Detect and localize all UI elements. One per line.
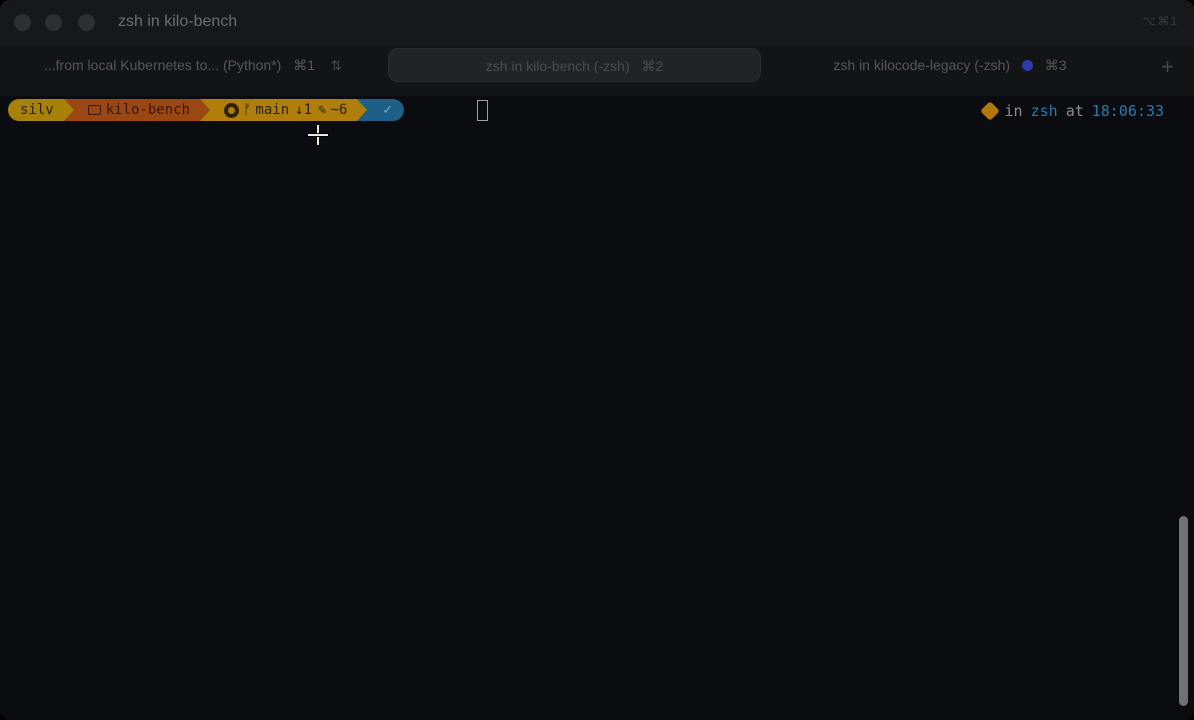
- tab-shortcut: ⌘1: [293, 57, 316, 73]
- tab-bar: ...from local Kubernetes to... (Python*)…: [0, 46, 1194, 96]
- prompt-directory-segment: kilo-bench: [73, 99, 201, 121]
- prompt-status-segment: ✓: [367, 99, 404, 121]
- status-check-icon: ✓: [383, 102, 392, 118]
- split-pane-icon[interactable]: ⇅: [331, 49, 342, 83]
- rp-in: in: [1004, 102, 1023, 120]
- edit-icon: ✎: [318, 102, 327, 118]
- git-branch: main: [255, 102, 290, 118]
- tab-label: zsh in kilocode-legacy (-zsh): [833, 57, 1011, 73]
- github-icon: [224, 102, 240, 118]
- branch-icon: ᚠ: [243, 102, 252, 118]
- crosshair-cursor-icon: [308, 125, 328, 145]
- new-tab-button[interactable]: +: [1161, 54, 1174, 80]
- prompt-git-segment: ᚠ main ↓1 ✎ ~6: [210, 99, 358, 121]
- tab-kilocode-legacy[interactable]: zsh in kilocode-legacy (-zsh) ⌘3: [800, 48, 1100, 82]
- terminal-window: zsh in kilo-bench ⌥⌘1 ...from local Kube…: [0, 0, 1194, 720]
- text-cursor: [477, 100, 488, 121]
- prompt-directory: kilo-bench: [105, 102, 191, 118]
- tab-shortcut: ⌘3: [1044, 57, 1067, 73]
- prompt-user: silv: [20, 102, 54, 118]
- rp-at: at: [1065, 102, 1084, 120]
- window-shortcut: ⌥⌘1: [1142, 14, 1178, 28]
- zoom-window-button[interactable]: [78, 14, 95, 31]
- tab-label: ...from local Kubernetes to... (Python*): [44, 57, 282, 73]
- activity-dot-icon: [1021, 60, 1033, 71]
- minimize-window-button[interactable]: [45, 14, 62, 31]
- shell-prompt: silv kilo-bench ᚠ main ↓1 ✎ ~6 ✓: [8, 99, 404, 121]
- tab-python[interactable]: ...from local Kubernetes to... (Python*)…: [44, 48, 364, 82]
- git-modified-count: ~6: [330, 102, 348, 118]
- segment-separator-icon: [63, 99, 74, 121]
- scrollbar[interactable]: [1179, 516, 1188, 706]
- close-window-button[interactable]: [14, 14, 31, 31]
- window-title: zsh in kilo-bench: [118, 13, 238, 30]
- tab-kilo-bench[interactable]: zsh in kilo-bench (-zsh) ⌘2: [388, 48, 761, 82]
- terminal-output[interactable]: silv kilo-bench ᚠ main ↓1 ✎ ~6 ✓ in zsh …: [0, 96, 1194, 720]
- prompt-user-segment: silv: [8, 99, 64, 121]
- right-prompt: in zsh at 18:06:33: [979, 100, 1164, 122]
- rp-time: 18:06:33: [1091, 102, 1164, 120]
- git-behind-count: ↓1: [295, 102, 312, 118]
- title-bar: zsh in kilo-bench ⌥⌘1: [0, 0, 1194, 46]
- segment-separator-icon: [357, 99, 368, 121]
- folder-icon: [87, 105, 101, 115]
- tab-label: zsh in kilo-bench (-zsh): [485, 58, 630, 74]
- tab-shortcut: ⌘2: [641, 58, 664, 74]
- shell-icon: [979, 101, 1000, 121]
- rp-shell: zsh: [1030, 102, 1058, 120]
- segment-separator-icon: [200, 99, 211, 121]
